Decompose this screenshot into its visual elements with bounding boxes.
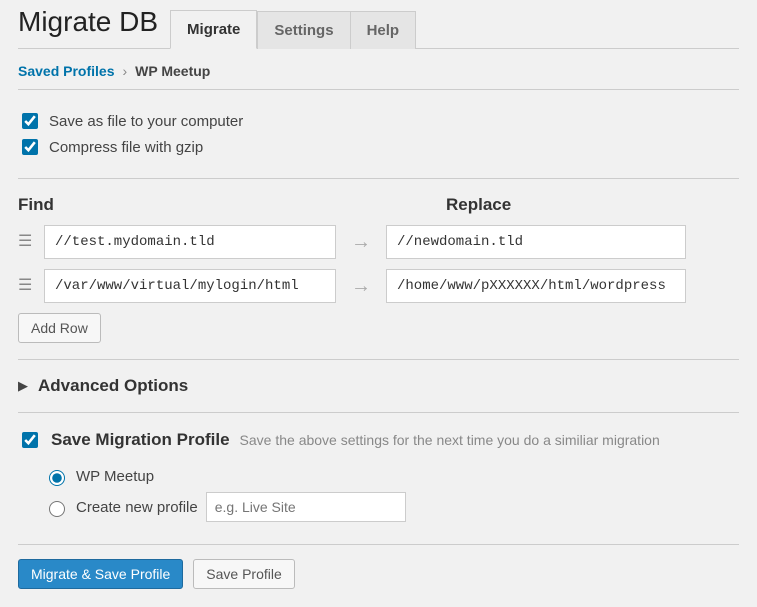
find-replace-row: ☰ → bbox=[18, 225, 739, 259]
compress-gzip-label: Compress file with gzip bbox=[49, 139, 203, 156]
action-buttons: Migrate & Save Profile Save Profile bbox=[18, 544, 739, 589]
migrate-save-profile-button[interactable]: Migrate & Save Profile bbox=[18, 559, 183, 589]
advanced-options-title: Advanced Options bbox=[38, 376, 188, 396]
tab-migrate[interactable]: Migrate bbox=[170, 10, 257, 49]
tabs: Migrate Settings Help bbox=[170, 10, 416, 48]
find-replace-row: ☰ → bbox=[18, 269, 739, 303]
profile-existing-radio[interactable] bbox=[49, 470, 65, 486]
tab-help[interactable]: Help bbox=[351, 11, 417, 49]
save-profile-title: Save Migration Profile bbox=[51, 430, 230, 450]
breadcrumb-current: WP Meetup bbox=[135, 63, 210, 79]
save-as-file-checkbox[interactable] bbox=[22, 113, 38, 129]
breadcrumb-root[interactable]: Saved Profiles bbox=[18, 63, 115, 79]
find-header: Find bbox=[18, 195, 358, 215]
profile-existing-label: WP Meetup bbox=[76, 468, 154, 485]
profile-new-label: Create new profile bbox=[76, 499, 198, 516]
find-replace-section: Find Replace ☰ → ☰ → Add Row bbox=[18, 178, 739, 359]
replace-header: Replace bbox=[446, 195, 511, 215]
save-as-file-label: Save as file to your computer bbox=[49, 113, 243, 130]
drag-handle-icon[interactable]: ☰ bbox=[18, 234, 34, 250]
save-profile-section: Save Migration Profile Save the above se… bbox=[18, 412, 739, 544]
save-profile-checkbox[interactable] bbox=[22, 432, 38, 448]
page-title: Migrate DB bbox=[18, 0, 158, 48]
triangle-right-icon: ▶ bbox=[18, 378, 28, 394]
compress-gzip-checkbox[interactable] bbox=[22, 139, 38, 155]
breadcrumb: Saved Profiles › WP Meetup bbox=[18, 49, 739, 89]
find-input-2[interactable] bbox=[44, 269, 336, 303]
find-input-1[interactable] bbox=[44, 225, 336, 259]
save-profile-button[interactable]: Save Profile bbox=[193, 559, 294, 589]
save-profile-desc: Save the above settings for the next tim… bbox=[240, 432, 660, 448]
header-row: Migrate DB Migrate Settings Help bbox=[18, 0, 739, 49]
drag-handle-icon[interactable]: ☰ bbox=[18, 278, 34, 294]
replace-input-2[interactable] bbox=[386, 269, 686, 303]
replace-input-1[interactable] bbox=[386, 225, 686, 259]
advanced-options-toggle[interactable]: ▶ Advanced Options bbox=[18, 376, 739, 396]
new-profile-name-input[interactable] bbox=[206, 492, 406, 522]
chevron-right-icon: › bbox=[123, 63, 128, 79]
arrow-right-icon: → bbox=[346, 231, 376, 254]
advanced-options-section: ▶ Advanced Options bbox=[18, 359, 739, 412]
tab-settings[interactable]: Settings bbox=[257, 11, 350, 49]
add-row-button[interactable]: Add Row bbox=[18, 313, 101, 343]
arrow-right-icon: → bbox=[346, 275, 376, 298]
output-options-section: Save as file to your computer Compress f… bbox=[18, 89, 739, 178]
profile-new-radio[interactable] bbox=[49, 501, 65, 517]
